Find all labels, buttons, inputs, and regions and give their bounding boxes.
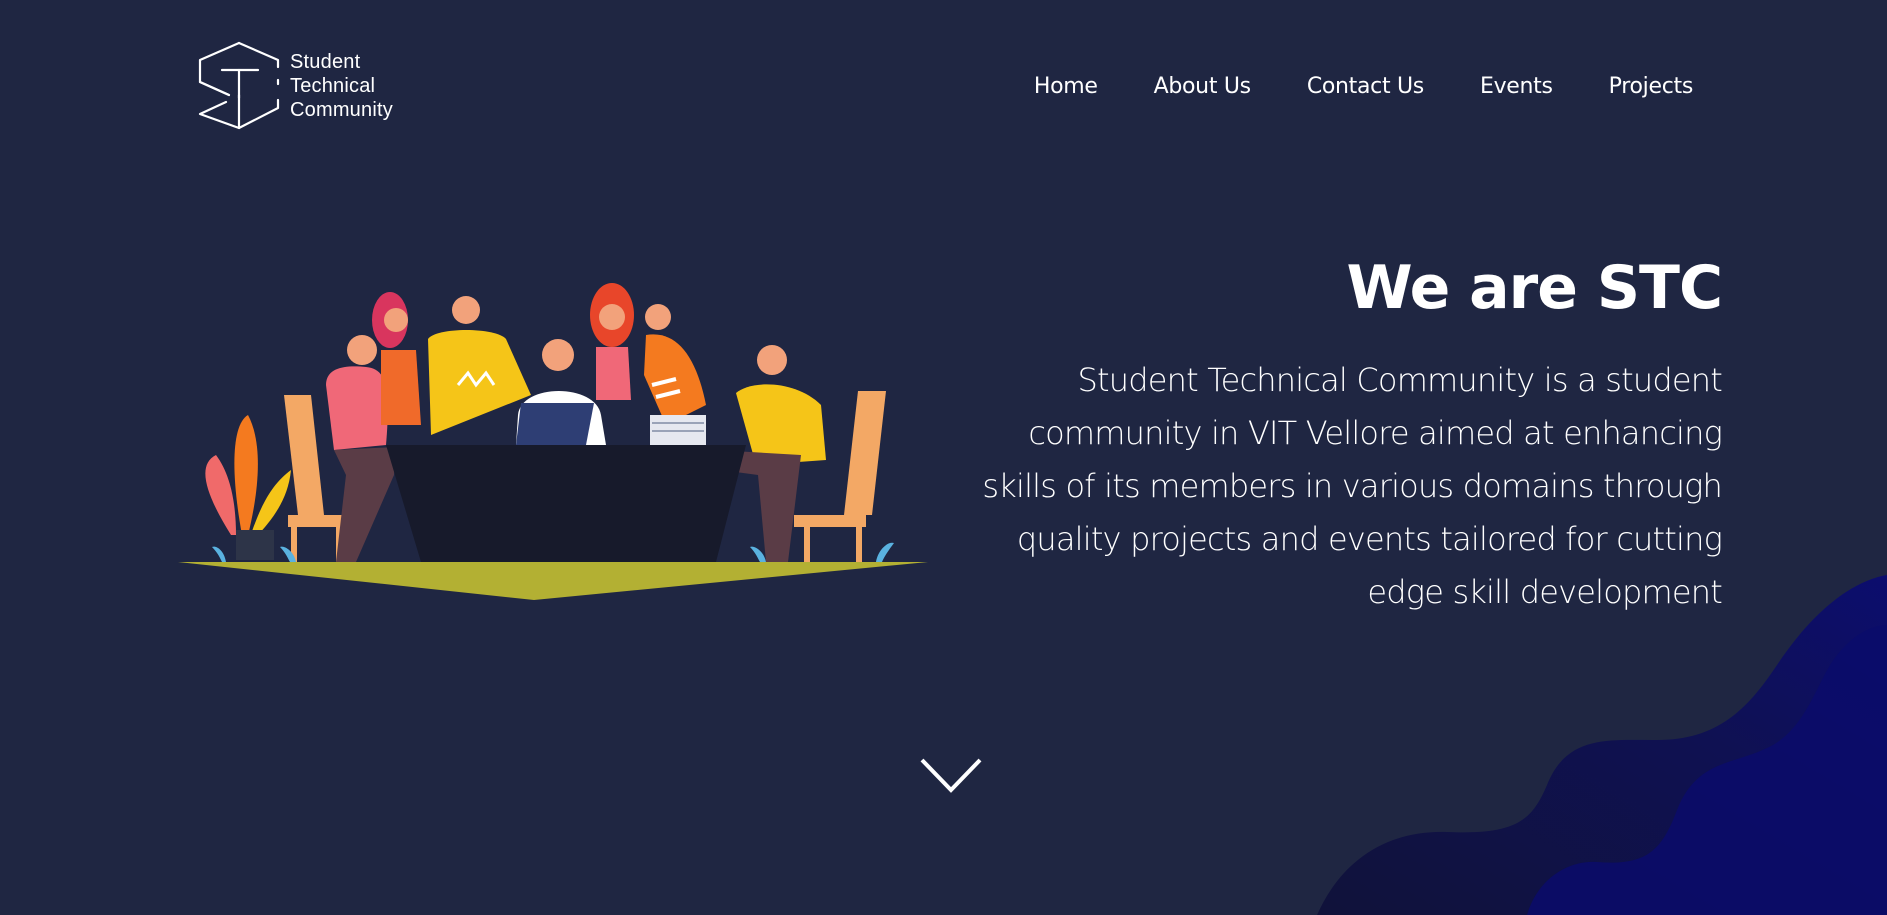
- stc-logo-icon: [198, 41, 280, 130]
- decorative-wave: [1317, 575, 1887, 915]
- page: Student Technical Community Home About U…: [0, 0, 1887, 915]
- nav-events[interactable]: Events: [1480, 72, 1553, 102]
- logo-line-3: Community: [290, 99, 393, 121]
- nav-projects[interactable]: Projects: [1609, 72, 1694, 102]
- laptop-illustration: [516, 403, 594, 445]
- logo-line-1: Student: [290, 51, 361, 73]
- logo-text: Student Technical Community: [290, 50, 393, 122]
- main-nav: Home About Us Contact Us Events Projects: [1034, 72, 1693, 102]
- nav-contact-us[interactable]: Contact Us: [1307, 72, 1424, 102]
- hero-title: We are STC: [1346, 253, 1723, 323]
- logo-line-2: Technical: [290, 75, 376, 97]
- nav-home[interactable]: Home: [1034, 72, 1098, 102]
- nav-about-us[interactable]: About Us: [1154, 72, 1252, 102]
- ground-shape: [178, 562, 928, 600]
- team-illustration: [178, 283, 928, 600]
- logo[interactable]: Student Technical Community: [196, 40, 393, 132]
- plant-illustration: [205, 415, 291, 562]
- table-illustration: [386, 445, 746, 562]
- chevron-down-icon[interactable]: [919, 757, 983, 795]
